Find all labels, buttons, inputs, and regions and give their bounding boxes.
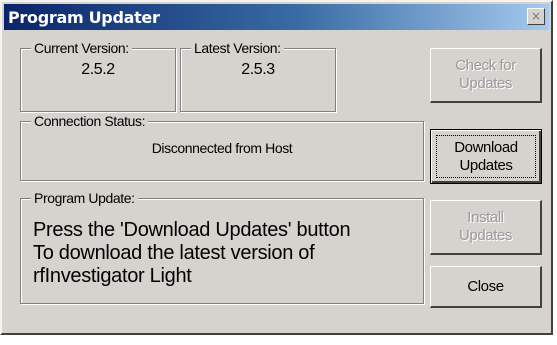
- download-updates-button[interactable]: Download Updates: [430, 129, 542, 184]
- latest-version-label: Latest Version:: [191, 40, 284, 56]
- window-title: Program Updater: [8, 8, 160, 27]
- close-window-icon[interactable]: ×: [527, 8, 545, 25]
- connection-status-value: Disconnected from Host: [151, 140, 293, 156]
- latest-version-value: 2.5.3: [241, 61, 275, 78]
- program-update-label: Program Update:: [31, 190, 138, 206]
- connection-status-label: Connection Status:: [31, 113, 149, 129]
- download-updates-label: Download Updates: [454, 138, 518, 174]
- update-message: Press the 'Download Updates' button To d…: [33, 219, 418, 288]
- current-version-value: 2.5.2: [81, 61, 115, 78]
- current-version-group: Current Version: 2.5.2: [20, 40, 176, 112]
- check-for-updates-label: Check for Updates: [455, 57, 516, 92]
- close-button[interactable]: Close: [430, 266, 542, 308]
- program-update-group: Program Update: Press the 'Download Upda…: [20, 190, 424, 304]
- install-updates-button[interactable]: Install Updates: [430, 200, 542, 255]
- title-bar: Program Updater ×: [4, 4, 549, 30]
- check-for-updates-button[interactable]: Check for Updates: [430, 48, 542, 103]
- program-updater-window: Program Updater × Current Version: 2.5.2…: [0, 0, 553, 335]
- latest-version-group: Latest Version: 2.5.3: [180, 40, 336, 112]
- close-label: Close: [467, 277, 504, 295]
- update-message-line: rfInvestigator Light: [33, 265, 192, 287]
- connection-status-group: Connection Status: Disconnected from Hos…: [20, 113, 424, 181]
- current-version-label: Current Version:: [31, 40, 132, 56]
- update-message-line: To download the latest version of: [33, 242, 315, 264]
- update-message-line: Press the 'Download Updates' button: [33, 219, 351, 241]
- install-updates-label: Install Updates: [458, 209, 513, 244]
